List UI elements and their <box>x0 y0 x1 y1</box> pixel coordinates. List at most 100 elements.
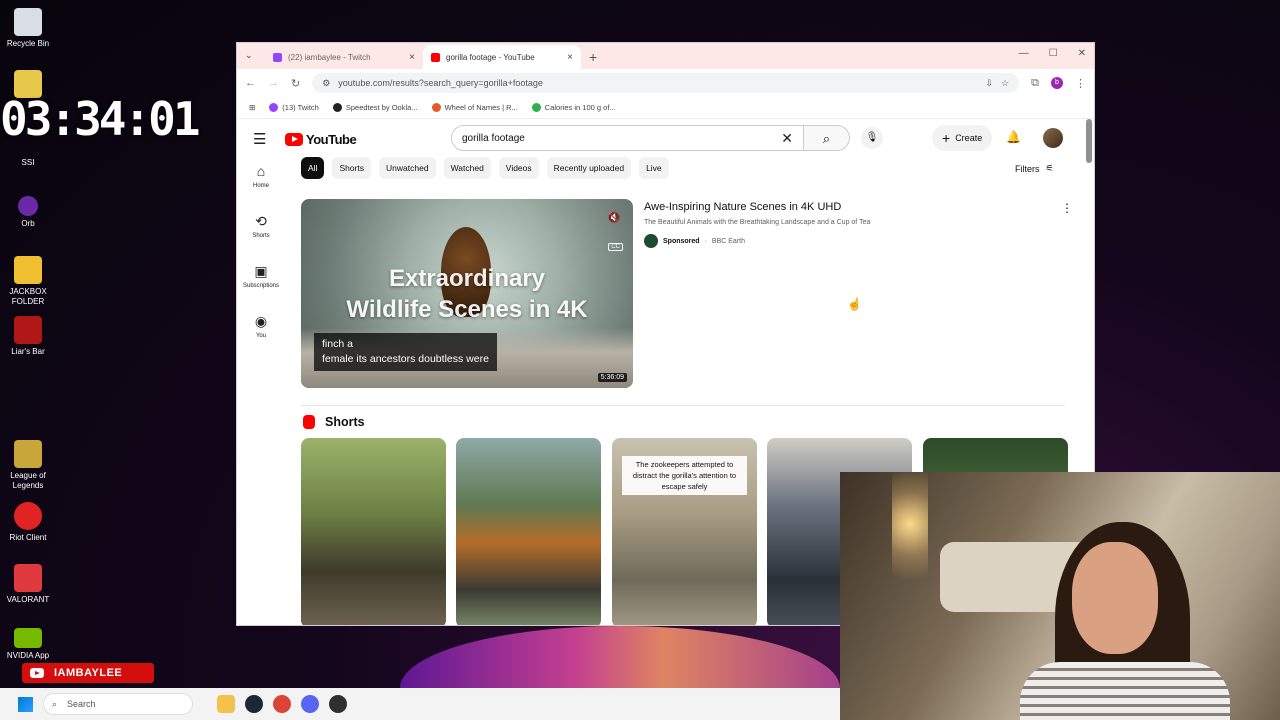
ad-video-thumbnail[interactable]: Extraordinary Wildlife Scenes in 4K finc… <box>301 199 633 388</box>
close-tab-icon[interactable]: × <box>567 52 573 63</box>
channel-avatar[interactable] <box>644 234 658 248</box>
shorts-logo-icon <box>303 415 315 429</box>
discord-icon[interactable] <box>301 695 319 713</box>
browser-toolbar: ← → ↻ ⚙ youtube.com/results?search_query… <box>237 69 1094 97</box>
nav-home[interactable]: ⌂ Home <box>237 159 285 209</box>
desktop-icon-liars-bar[interactable]: Liar's Bar <box>4 316 52 357</box>
filters-sliders-icon: ⚟ <box>1045 163 1054 173</box>
video-duration: 5:36:09 <box>597 373 627 382</box>
bookmark-calories[interactable]: Calories in 100 g of... <box>531 103 616 112</box>
speedtest-icon <box>332 103 342 112</box>
obs-icon[interactable] <box>329 695 347 713</box>
close-tab-icon[interactable]: × <box>409 52 415 63</box>
shorts-icon: ⟲ <box>255 213 267 229</box>
you-icon: ◉ <box>254 313 268 329</box>
desktop-icon-valorant[interactable]: VALORANT <box>4 564 52 605</box>
chip-unwatched[interactable]: Unwatched <box>379 157 436 179</box>
riot-client-icon <box>14 502 42 530</box>
forward-icon[interactable]: → <box>268 77 279 89</box>
voice-search-button[interactable]: 🎙 <box>861 127 883 149</box>
sponsored-label: Sponsored <box>663 237 700 245</box>
recycle-bin-icon <box>14 8 42 36</box>
search-button[interactable]: ⌕ <box>804 125 850 151</box>
search-input[interactable]: gorilla footage ✕ <box>451 125 804 151</box>
shorts-section-header: Shorts <box>303 415 365 429</box>
taskbar-search[interactable]: ⌕ Search <box>43 693 193 715</box>
youtube-play-icon <box>285 132 303 146</box>
more-options-icon[interactable]: ⋮ <box>1061 201 1073 215</box>
tab-search-icon[interactable]: ⌄ <box>245 50 253 61</box>
microphone-icon: 🎙 <box>865 132 879 143</box>
plus-icon: + <box>942 130 951 146</box>
closed-caption: finch a female its ancestors doubtless w… <box>314 333 497 371</box>
account-avatar[interactable] <box>1043 128 1063 148</box>
thumbnail-title: Extraordinary Wildlife Scenes in 4K <box>346 265 588 323</box>
tab-strip: ⌄ (22) iambaylee - Twitch × gorilla foot… <box>237 43 1094 69</box>
address-bar[interactable]: ⚙ youtube.com/results?search_query=goril… <box>312 73 1020 93</box>
windows-start-icon[interactable] <box>18 696 33 712</box>
reload-icon[interactable]: ↻ <box>291 77 300 90</box>
file-explorer-icon[interactable] <box>217 695 235 713</box>
bookmark-wheel-of-names[interactable]: Wheel of Names | R... <box>431 103 518 112</box>
bookmark-star-icon[interactable]: ☆ <box>1001 78 1009 89</box>
liars-bar-icon <box>14 316 42 344</box>
short-video-2[interactable] <box>456 438 601 625</box>
extensions-icon[interactable]: ⧉ <box>1031 77 1039 90</box>
short-video-3[interactable]: The zookeepers attempted to distract the… <box>612 438 757 625</box>
chip-watched[interactable]: Watched <box>443 157 491 179</box>
desktop-icon-riot-client[interactable]: Riot Client <box>4 502 52 543</box>
bookmark-twitch[interactable]: (13) Twitch <box>269 103 319 112</box>
scrollbar-thumb[interactable] <box>1086 119 1092 163</box>
ad-title[interactable]: Awe-Inspiring Nature Scenes in 4K UHD <box>644 201 1064 213</box>
desktop-icon-orb[interactable]: Orb <box>4 196 52 229</box>
twitch-favicon-icon <box>273 52 282 62</box>
desktop-icon-ssi-label: SSI <box>21 158 35 167</box>
chip-live[interactable]: Live <box>639 157 669 179</box>
nav-shorts[interactable]: ⟲ Shorts <box>237 209 285 259</box>
channel-name[interactable]: BBC Earth <box>712 238 745 245</box>
window-controls: — ☐ ✕ <box>1019 48 1086 59</box>
profile-avatar[interactable]: b <box>1051 77 1063 89</box>
youtube-icon <box>30 668 44 678</box>
short-video-1[interactable] <box>301 438 446 625</box>
desktop-icon-nvidia[interactable]: NVIDIA App <box>4 628 52 661</box>
browser-menu-icon[interactable]: ⋮ <box>1075 77 1086 90</box>
cc-icon[interactable]: CC <box>608 243 623 251</box>
chip-recently-uploaded[interactable]: Recently uploaded <box>546 157 632 179</box>
clear-search-icon[interactable]: ✕ <box>781 130 793 147</box>
chip-shorts[interactable]: Shorts <box>332 157 372 179</box>
notifications-bell-icon[interactable]: 🔔 <box>1006 130 1021 144</box>
twitch-icon <box>269 103 279 112</box>
minimize-icon[interactable]: — <box>1019 48 1029 59</box>
ad-info: Awe-Inspiring Nature Scenes in 4K UHD Th… <box>644 201 1064 248</box>
mute-icon[interactable]: 🔇 <box>607 211 621 224</box>
short-caption: The zookeepers attempted to distract the… <box>622 456 747 495</box>
tab-twitch[interactable]: (22) iambaylee - Twitch × <box>265 45 423 69</box>
wallpaper-glow <box>400 626 840 688</box>
chip-videos[interactable]: Videos <box>498 157 539 179</box>
maximize-icon[interactable]: ☐ <box>1049 48 1058 59</box>
create-button[interactable]: + Create <box>932 125 993 151</box>
fairy-lights <box>892 472 928 602</box>
install-icon[interactable]: ⇩ <box>986 78 994 89</box>
filters-button[interactable]: Filters ⚟ <box>1015 163 1054 174</box>
chip-all[interactable]: All <box>301 157 325 179</box>
desktop-icon-jackbox[interactable]: JACKBOX FOLDER <box>4 256 52 307</box>
steam-icon[interactable] <box>245 695 263 713</box>
back-icon[interactable]: ← <box>245 77 256 89</box>
site-info-icon[interactable]: ⚙ <box>322 78 330 89</box>
bookmark-speedtest[interactable]: Speedtest by Ookla... <box>332 103 418 112</box>
close-window-icon[interactable]: ✕ <box>1078 48 1086 59</box>
desktop-icon-league[interactable]: League of Legends <box>4 440 52 491</box>
nav-you[interactable]: ◉ You <box>237 309 285 359</box>
streamer-face <box>1072 542 1158 654</box>
nav-subscriptions[interactable]: ▣ Subscriptions <box>237 259 285 309</box>
desktop-icon-recycle-bin[interactable]: Recycle Bin <box>4 8 52 49</box>
search-icon: ⌕ <box>52 698 58 709</box>
youtube-logo[interactable]: YouTube <box>285 132 357 147</box>
apps-grid-icon[interactable]: ⊞ <box>249 103 255 112</box>
chrome-icon[interactable] <box>273 695 291 713</box>
hamburger-menu-icon[interactable]: ☰ <box>253 130 273 148</box>
new-tab-button[interactable]: + <box>589 45 597 69</box>
tab-youtube[interactable]: gorilla footage - YouTube × <box>423 45 581 69</box>
